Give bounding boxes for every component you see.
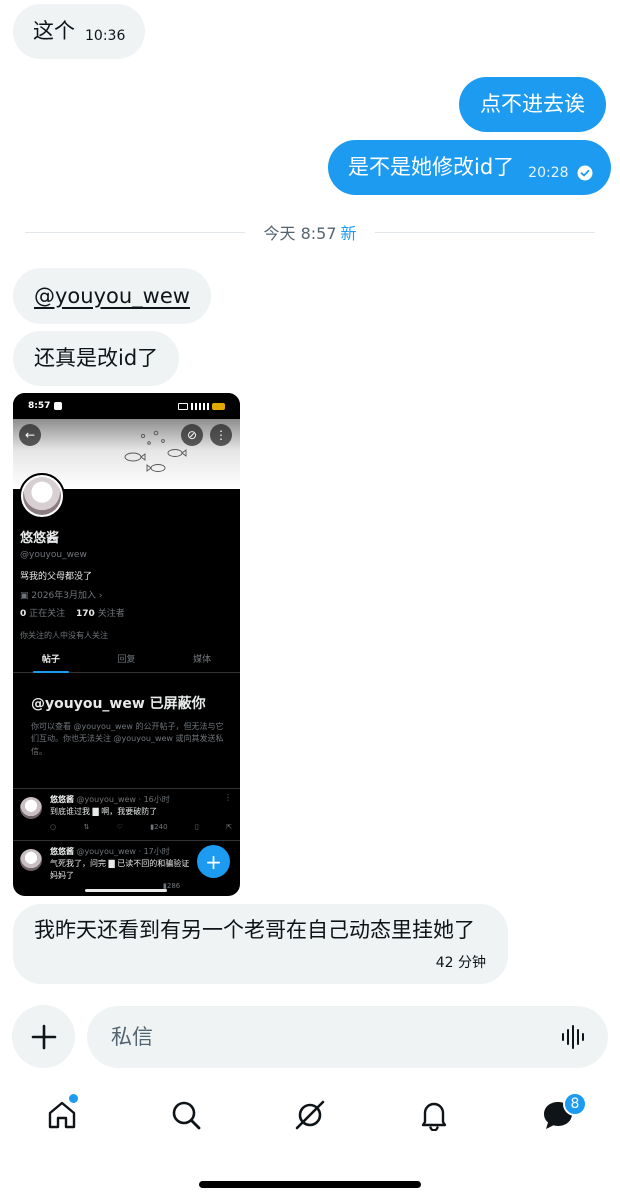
following-count: 0: [20, 609, 27, 619]
post-header: 悠悠酱 @youyou_wew · 16小时: [50, 794, 170, 805]
tab-home[interactable]: [37, 1090, 87, 1140]
message-bubble-incoming[interactable]: @youyou_wew: [13, 268, 211, 324]
post-author: 悠悠酱: [50, 847, 74, 856]
message-bubble-outgoing[interactable]: 是不是她修改id了 20:28: [328, 140, 611, 195]
profile-bio: 骂我的父母都没了: [20, 572, 93, 582]
repost-icon[interactable]: ⇅: [83, 823, 89, 831]
post-text-line2: 妈妈了: [50, 871, 74, 880]
profile-handle: @youyou_wew: [20, 550, 87, 560]
calendar-icon: ▣: [20, 591, 32, 601]
message-text: 还真是改id了: [34, 346, 159, 370]
post-item[interactable]: 悠悠酱 @youyou_wew · 16小时 ⋮ 到底谁过我 ▇ 啊，我要破防了…: [13, 788, 240, 840]
message-text: 点不进去诶: [480, 92, 585, 116]
post-meta: @youyou_wew · 16小时: [76, 795, 170, 804]
post-more-icon[interactable]: ⋮: [224, 793, 232, 802]
battery-icon: [212, 402, 225, 410]
post-meta: @youyou_wew · 17小时: [76, 847, 170, 856]
tab-search[interactable]: [161, 1090, 211, 1140]
new-marker: 新: [340, 224, 357, 243]
search-icon: [172, 1101, 201, 1130]
reply-icon[interactable]: ○: [50, 823, 56, 831]
date-divider: 今天 8:57 新: [25, 220, 596, 244]
grok-icon[interactable]: ⊘: [181, 424, 203, 446]
home-icon: [48, 1101, 76, 1129]
post-avatar: [20, 849, 42, 871]
message-text: 我昨天还看到有另一个老哥在自己动态里挂她了: [34, 918, 475, 942]
tab-notifications[interactable]: [409, 1090, 459, 1140]
blocked-notice: @youyou_wew 已屏蔽你 你可以查看 @youyou_wew 的公开帖子…: [31, 693, 227, 758]
message-text: 是不是她修改id了: [348, 155, 515, 179]
voice-message-icon[interactable]: [560, 1023, 588, 1051]
screenshot-home-indicator: [85, 889, 167, 892]
bookmark-icon[interactable]: ▯: [195, 823, 199, 831]
profile-display-name: 悠悠酱: [20, 531, 60, 546]
back-icon[interactable]: ←: [19, 424, 41, 446]
divider-line: [25, 231, 246, 233]
message-input-container[interactable]: [87, 1006, 608, 1068]
blocked-body: 你可以查看 @youyou_wew 的公开帖子，但无法与它们互动。你也无法关注 …: [31, 722, 224, 756]
post-text: 到底谁过我 ▇ 啊，我要破防了: [50, 807, 158, 816]
post-actions: ○ ⇅ ♡ ▮240 ▯ ⇱: [50, 823, 232, 831]
following-label[interactable]: 正在关注: [29, 609, 65, 619]
message-time: 10:36: [85, 27, 126, 44]
mutual-note: 你关注的人中没有人关注: [20, 631, 108, 640]
message-bubble-incoming[interactable]: 我昨天还看到有另一个老哥在自己动态里挂她了 42 分钟: [13, 904, 508, 984]
vpn-icon: [178, 402, 188, 410]
shared-screenshot[interactable]: 8:57 ← ⊘ ⋮ 悠悠酱 @youyou_wew 骂我的父母都没了 ▣ 20…: [13, 393, 240, 896]
chevron-right-icon: ›: [96, 591, 103, 601]
notification-icon: [54, 402, 63, 410]
messages-badge: 8: [563, 1092, 587, 1116]
bell-icon: [421, 1102, 447, 1131]
attach-button[interactable]: [12, 1005, 75, 1068]
followers-label[interactable]: 关注者: [98, 609, 125, 619]
joined-date: 2026年3月加入: [31, 591, 97, 601]
profile-avatar[interactable]: [19, 473, 65, 519]
signal-icon: [191, 402, 209, 410]
divider-date: 今天 8:57: [263, 224, 337, 243]
followers-count: 170: [76, 609, 95, 619]
post-avatar: [20, 797, 42, 819]
message-bubble-incoming[interactable]: 还真是改id了: [13, 331, 180, 386]
message-text: 这个: [33, 19, 75, 43]
compose-post-button[interactable]: +: [197, 845, 230, 878]
read-check-icon: [577, 165, 593, 181]
like-icon[interactable]: ♡: [117, 823, 123, 831]
screenshot-time: 8:57: [28, 401, 51, 411]
post-text: 气死我了，问完 ▇ 已读不回的和骗验证: [50, 859, 190, 868]
follow-stats: 0 正在关注 170 关注者: [20, 606, 125, 619]
message-bubble-incoming[interactable]: 这个 10:36: [13, 4, 146, 59]
message-bubble-outgoing[interactable]: 点不进去诶: [459, 77, 606, 132]
profile-tabs: 帖子 回复 媒体: [13, 647, 240, 673]
status-icons: [178, 402, 225, 410]
avatar-image: [23, 477, 61, 515]
tab-media[interactable]: 媒体: [164, 647, 240, 672]
more-icon[interactable]: ⋮: [210, 424, 232, 446]
mention-link[interactable]: @youyou_wew: [34, 285, 190, 307]
divider-line: [374, 231, 596, 233]
post-header: 悠悠酱 @youyou_wew · 17小时: [50, 846, 170, 857]
screenshot-status-bar: 8:57: [13, 393, 240, 419]
message-input[interactable]: [111, 1025, 560, 1049]
message-time: 42 分钟: [435, 955, 486, 971]
share-icon[interactable]: ⇱: [226, 823, 232, 831]
divider-label: 今天 8:57 新: [245, 220, 374, 244]
post-author: 悠悠酱: [50, 795, 74, 804]
home-indicator: [199, 1181, 421, 1188]
tab-posts[interactable]: 帖子: [13, 647, 89, 673]
plus-icon: [31, 1024, 56, 1049]
tab-grok[interactable]: [285, 1090, 335, 1140]
blocked-title: @youyou_wew 已屏蔽你: [31, 696, 206, 712]
tab-replies[interactable]: 回复: [89, 647, 165, 672]
grok-icon: [295, 1100, 325, 1130]
profile-joined: ▣ 2026年3月加入 ›: [20, 588, 102, 601]
views-count[interactable]: ▮240: [150, 823, 167, 831]
message-time: 20:28: [528, 164, 569, 181]
home-notification-dot: [69, 1094, 78, 1103]
